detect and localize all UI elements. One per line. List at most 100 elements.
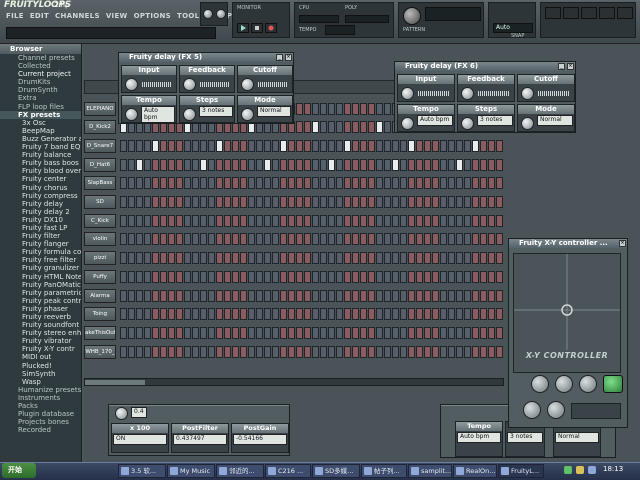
step-button[interactable] xyxy=(152,177,159,190)
xy-dial-5[interactable] xyxy=(547,401,565,419)
browser-item[interactable]: Fruity soundfont xyxy=(0,321,81,329)
step-button[interactable] xyxy=(160,233,167,246)
step-button[interactable] xyxy=(256,308,263,321)
step-button[interactable] xyxy=(216,308,223,321)
step-button[interactable] xyxy=(232,270,239,283)
step-button[interactable] xyxy=(472,233,479,246)
step-button[interactable] xyxy=(304,214,311,227)
step-button[interactable] xyxy=(320,177,327,190)
step-button[interactable] xyxy=(176,270,183,283)
fx5-steps-knob[interactable] xyxy=(183,108,196,121)
step-button[interactable] xyxy=(184,233,191,246)
step-button[interactable] xyxy=(432,308,439,321)
fx5-minimize-button[interactable]: _ xyxy=(276,54,283,61)
step-button[interactable] xyxy=(464,158,471,171)
step-button[interactable] xyxy=(216,252,223,265)
step-button[interactable] xyxy=(240,177,247,190)
step-button[interactable] xyxy=(216,177,223,190)
step-button[interactable] xyxy=(200,252,207,265)
step-button[interactable] xyxy=(136,196,143,208)
step-button[interactable] xyxy=(296,214,303,227)
step-button[interactable] xyxy=(176,233,183,246)
step-button[interactable] xyxy=(392,233,399,246)
step-button[interactable] xyxy=(224,289,231,302)
step-button[interactable] xyxy=(240,252,247,265)
step-button[interactable] xyxy=(280,252,287,265)
step-button[interactable] xyxy=(408,214,415,227)
step-button[interactable] xyxy=(232,139,239,152)
step-button[interactable] xyxy=(328,289,335,302)
browser-item[interactable]: Fruity bass boos xyxy=(0,159,81,167)
fx6-close-button[interactable]: × xyxy=(567,63,574,70)
step-button[interactable] xyxy=(360,214,367,227)
step-button[interactable] xyxy=(448,308,455,321)
channel-name-button[interactable]: akeThisOut xyxy=(84,325,116,340)
step-button[interactable] xyxy=(488,345,495,358)
step-button[interactable] xyxy=(192,270,199,283)
step-button[interactable] xyxy=(240,214,247,227)
browser-item[interactable]: Current project xyxy=(0,70,81,78)
task-button-1[interactable]: 3.5 软... xyxy=(118,464,166,478)
step-button[interactable] xyxy=(352,252,359,265)
step-button[interactable] xyxy=(296,102,303,115)
step-button[interactable] xyxy=(208,270,215,283)
step-button[interactable] xyxy=(304,345,311,358)
step-button[interactable] xyxy=(368,270,375,283)
step-button[interactable] xyxy=(192,326,199,339)
browser-item[interactable]: Plugin database xyxy=(0,410,81,418)
step-button[interactable] xyxy=(344,102,351,115)
step-button[interactable] xyxy=(448,233,455,246)
step-button[interactable] xyxy=(272,289,279,302)
step-button[interactable] xyxy=(336,252,343,265)
step-button[interactable] xyxy=(296,139,303,152)
browser-item[interactable]: Fruity PanOMatic xyxy=(0,281,81,289)
step-button[interactable] xyxy=(440,158,447,171)
step-button[interactable] xyxy=(312,308,319,321)
step-button[interactable] xyxy=(360,289,367,302)
step-button[interactable] xyxy=(256,289,263,302)
step-button[interactable] xyxy=(144,233,151,246)
step-button[interactable] xyxy=(432,270,439,283)
step-button[interactable] xyxy=(352,196,359,208)
step-button[interactable] xyxy=(120,326,127,339)
step-button[interactable] xyxy=(408,326,415,339)
step-button[interactable] xyxy=(208,158,215,171)
step-button[interactable] xyxy=(352,158,359,171)
step-button[interactable] xyxy=(184,326,191,339)
step-button[interactable] xyxy=(376,233,383,246)
step-button[interactable] xyxy=(128,345,135,358)
step-button[interactable] xyxy=(472,326,479,339)
step-button[interactable] xyxy=(480,214,487,227)
fx5-input-slider[interactable] xyxy=(142,82,172,87)
step-button[interactable] xyxy=(208,308,215,321)
step-button[interactable] xyxy=(288,326,295,339)
browser-item[interactable]: Humanize presets xyxy=(0,386,81,394)
xy-dial-3[interactable] xyxy=(579,375,597,393)
step-button[interactable] xyxy=(144,308,151,321)
step-button[interactable] xyxy=(128,214,135,227)
step-button[interactable] xyxy=(200,289,207,302)
step-button[interactable] xyxy=(152,214,159,227)
step-button[interactable] xyxy=(208,326,215,339)
fx6-input-slider[interactable] xyxy=(418,91,450,96)
step-button[interactable] xyxy=(424,233,431,246)
step-button[interactable] xyxy=(280,214,287,227)
step-button[interactable] xyxy=(368,139,375,152)
step-button[interactable] xyxy=(120,270,127,283)
step-button[interactable] xyxy=(416,158,423,171)
step-button[interactable] xyxy=(248,308,255,321)
browser-item[interactable]: DrumKits xyxy=(0,78,81,86)
step-button[interactable] xyxy=(344,233,351,246)
step-seq-button[interactable] xyxy=(563,7,579,19)
step-button[interactable] xyxy=(312,158,319,171)
step-button[interactable] xyxy=(456,233,463,246)
step-button[interactable] xyxy=(328,252,335,265)
step-button[interactable] xyxy=(168,252,175,265)
step-button[interactable] xyxy=(240,196,247,208)
step-button[interactable] xyxy=(136,345,143,358)
step-button[interactable] xyxy=(192,196,199,208)
step-button[interactable] xyxy=(272,177,279,190)
step-button[interactable] xyxy=(472,139,479,152)
step-button[interactable] xyxy=(120,289,127,302)
menu-file[interactable]: FILE xyxy=(6,12,24,24)
